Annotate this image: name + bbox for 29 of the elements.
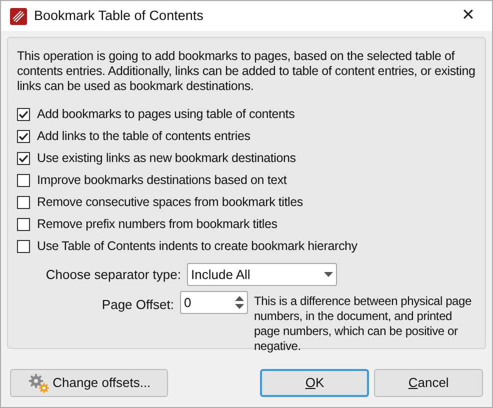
window-title: Bookmark Table of Contents <box>34 6 204 25</box>
dropdown-caret-icon <box>324 272 333 277</box>
page-offset-note: This is a difference between physical page numbers, in the document, and printed page numbers, which can be positive or negative. <box>254 294 472 354</box>
page-offset-spinner[interactable]: 0 <box>180 291 248 314</box>
spin-arrows-icon <box>234 296 244 309</box>
separator-label: Choose separator type: <box>44 266 182 284</box>
gears-icon <box>28 373 50 393</box>
dialog-button[interactable]: Change offsets... <box>10 369 168 397</box>
checkbox[interactable] <box>17 240 30 252</box>
checkbox[interactable] <box>17 152 30 164</box>
checkbox[interactable] <box>17 130 30 142</box>
dialog-button[interactable]: OK <box>260 369 370 397</box>
option-label: Use existing links as new bookmark destinations <box>37 150 296 167</box>
option-label: Improve bookmarks destinations based on text <box>37 172 287 189</box>
option-label: Remove consecutive spaces from bookmark titles <box>37 194 303 211</box>
separator-dropdown[interactable]: Include All <box>187 263 337 286</box>
option-label: Add links to the table of contents entries <box>37 128 250 145</box>
option-label: Add bookmarks to pages using table of contents <box>37 106 295 123</box>
checkbox[interactable] <box>17 174 30 186</box>
app-logo-icon <box>10 8 27 24</box>
checkbox[interactable] <box>17 218 30 230</box>
dialog-button[interactable]: Cancel <box>374 369 483 397</box>
description-text: This operation is going to add bookmarks to pages, based on the selected table of contents entries. Additionally, links can be added to table of content entries, or existing links can be used as bookmark destinations. <box>17 49 476 94</box>
option-label: Remove prefix numbers from bookmark titles <box>37 216 278 233</box>
page-offset-label: Page Offset: <box>100 296 175 314</box>
checkbox[interactable] <box>17 196 30 208</box>
close-button[interactable]: ✕ <box>453 4 483 28</box>
option-label: Use Table of Contents indents to create bookmark hierarchy <box>37 238 358 255</box>
checkbox[interactable] <box>17 108 30 120</box>
